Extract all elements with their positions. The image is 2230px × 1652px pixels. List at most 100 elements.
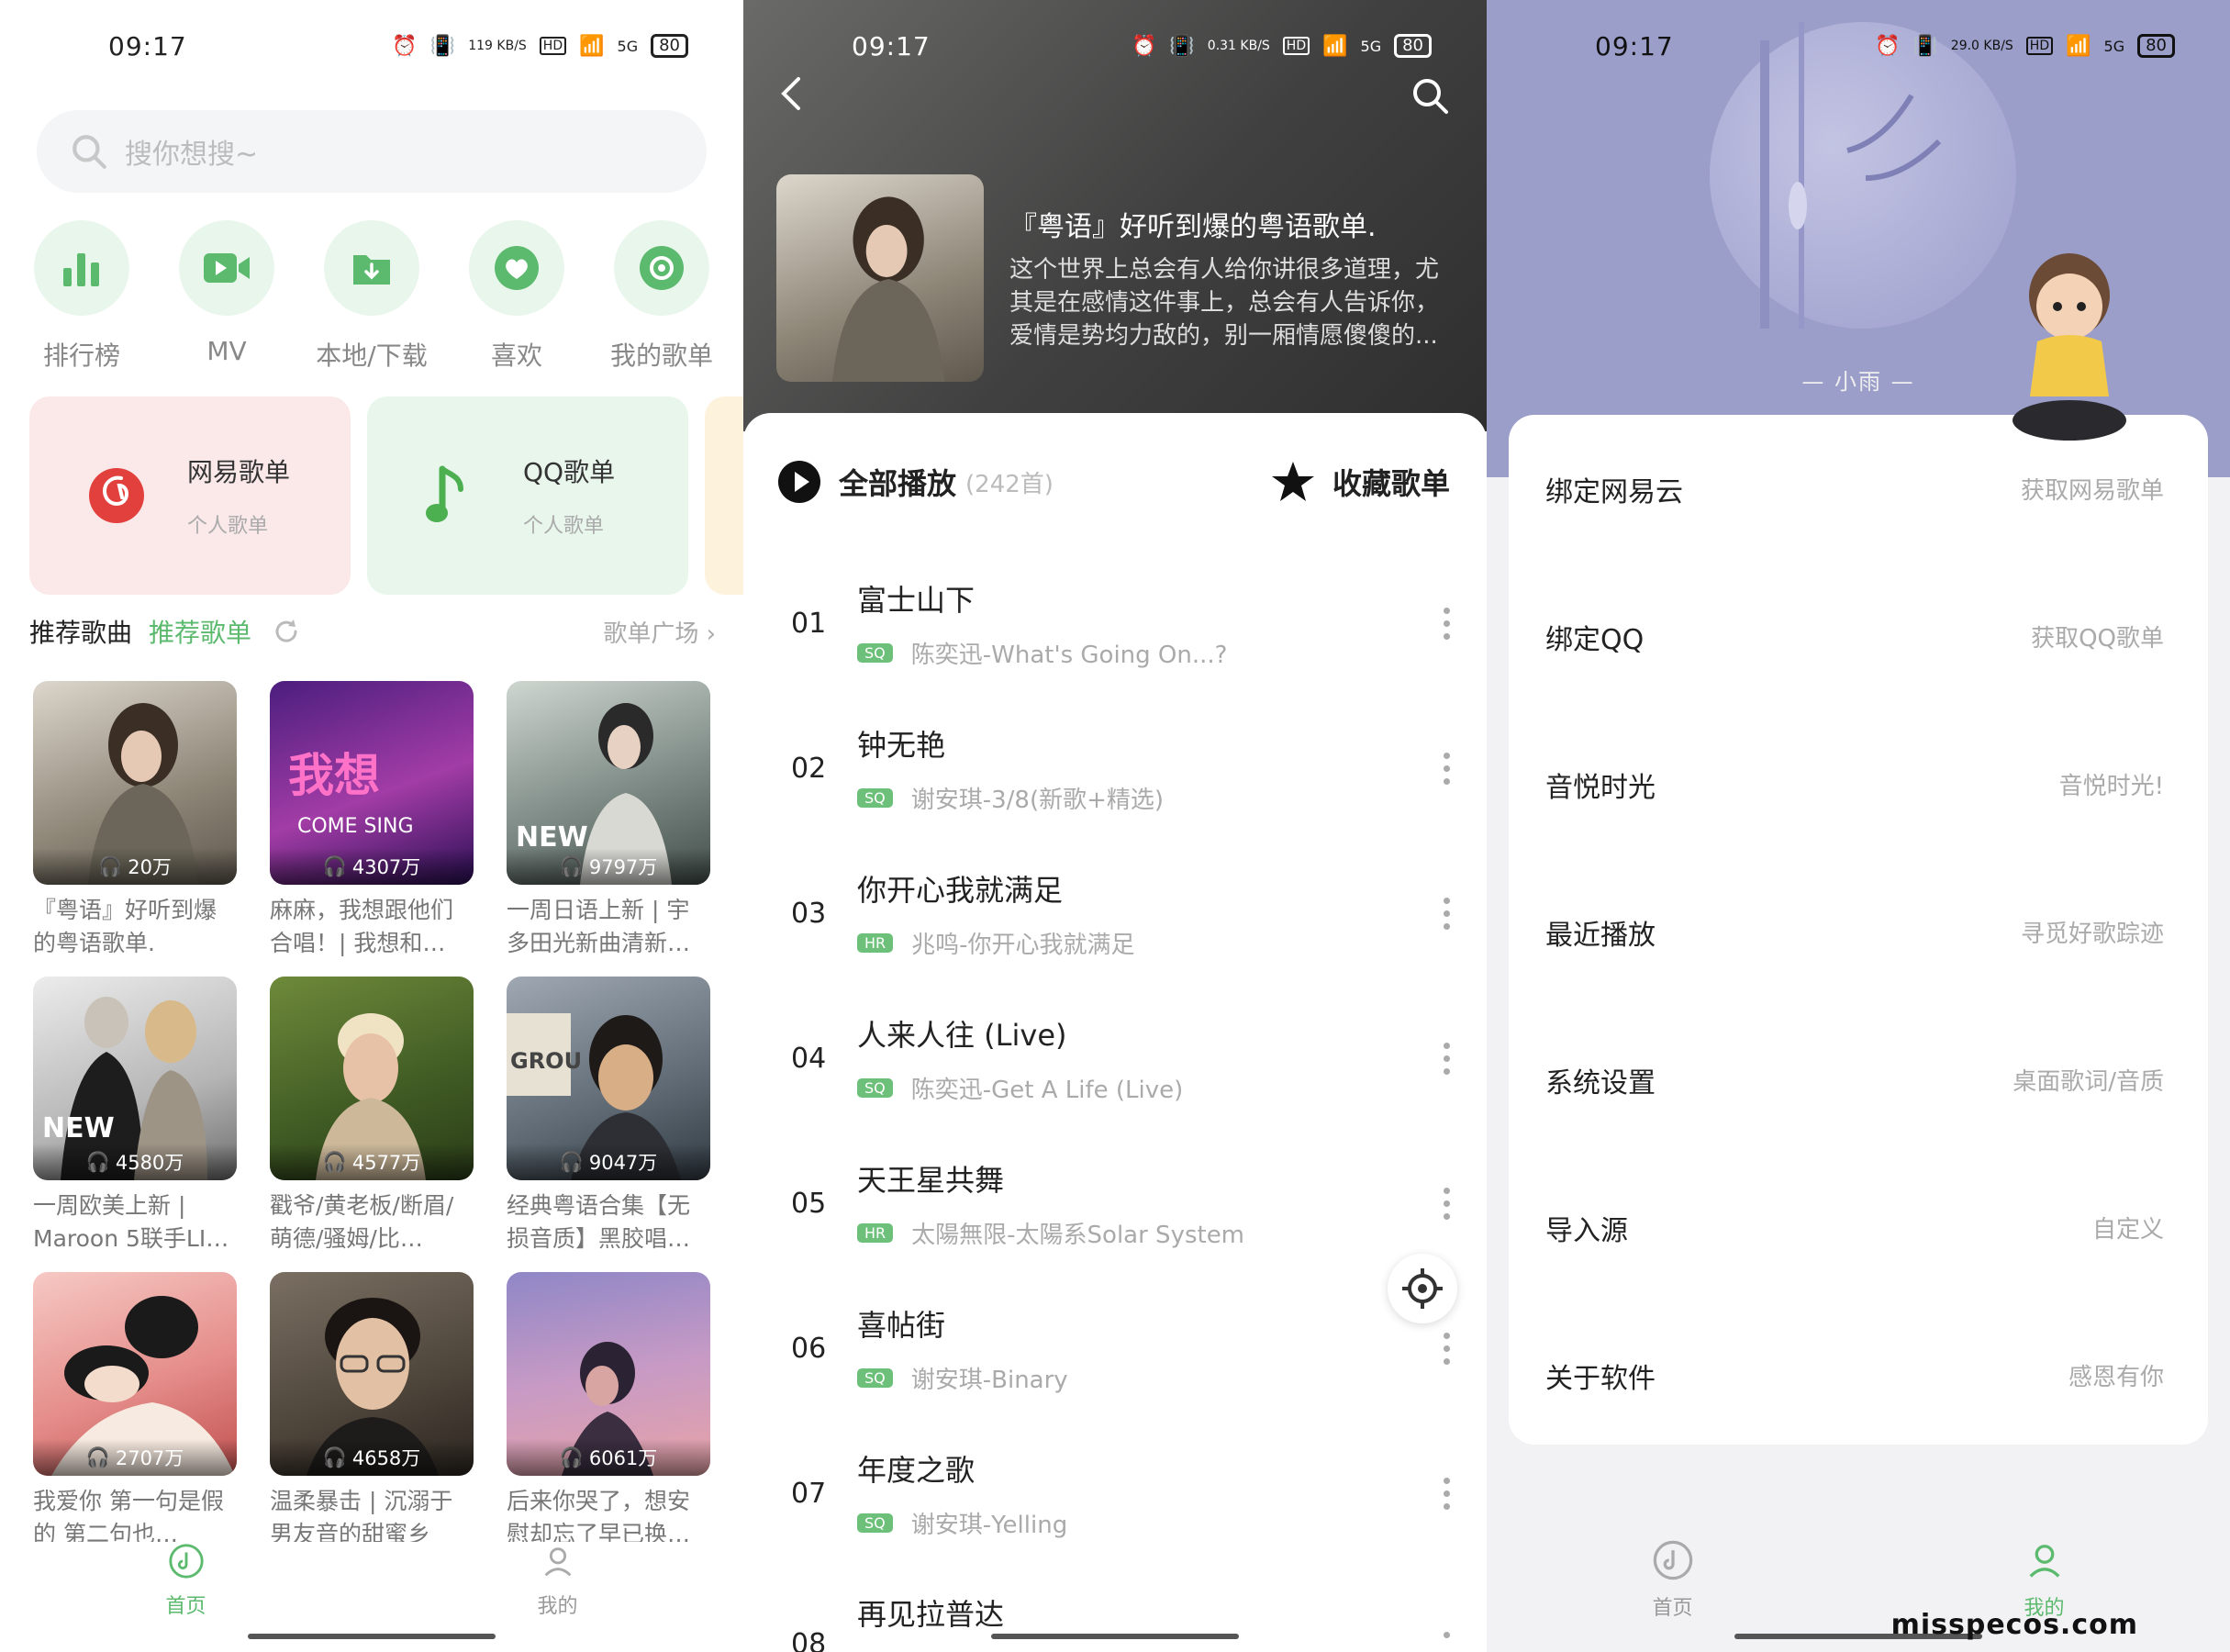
back-arrow-icon[interactable] [776,75,808,112]
heart-icon [495,246,539,290]
quality-badge: SQ [857,642,893,663]
playlist-item[interactable]: 🎧 20万 『粤语』好听到爆的粤语歌单. [33,681,237,960]
status-bar: 09:17 ⏰ 📳 0.31 KB/S HD 📶 5G 80 [743,0,1487,92]
playlist-item[interactable]: 🎧 6061万 后来你哭了，想安慰却忘了早已换… [507,1272,710,1551]
menu-music-time[interactable]: 音悦时光 音悦时光! [1509,710,2208,858]
menu-bind-qq[interactable]: 绑定QQ 获取QQ歌单 [1509,563,2208,710]
quick-like[interactable]: 喜欢 [448,220,585,373]
playlist-item[interactable]: GROU 🎧 9047万 经典粤语合集【无损音质】黑胶唱… [507,977,710,1256]
third-card-peek[interactable] [705,396,743,595]
headphone-icon: 🎧 [559,854,584,877]
search-icon[interactable] [1410,75,1450,116]
mine-screen: 09:17 ⏰ 📳 29.0 KB/S HD 📶 5G 80 — 小雨 — 绑定… [1487,0,2230,1652]
quality-badge: SQ [857,1512,893,1533]
playlist-item[interactable]: 🎧 4577万 戳爷/黄老板/断眉/萌德/骚姆/比… [270,977,474,1256]
search-icon [72,135,106,169]
user-icon [2029,1545,2059,1578]
playlist-item[interactable]: 我想 COME SING 🎧 4307万 麻麻，我想跟他们合唱！| 我想和… [270,681,474,960]
playlist-source-cards: 网易歌单 个人歌单 QQ歌单 个人歌单 [29,396,743,595]
status-bar: 09:17 ⏰ 📳 119 KB/S HD 📶 5G 80 [0,0,743,92]
song-row[interactable]: 02 钟无艳 SQ 谢安琪-3/8(新歌+精选) [743,696,1487,841]
tab-recommend-playlists[interactable]: 推荐歌单 [149,613,251,650]
song-row[interactable]: 07 年度之歌 SQ 谢安琪-Yelling [743,1421,1487,1566]
gesture-bar [991,1634,1239,1639]
playlist-square-link[interactable]: 歌单广场 › [603,615,716,649]
playlist-header: 09:17 ⏰ 📳 0.31 KB/S HD 📶 5G 80 『粤语』好听到爆的… [743,0,1487,431]
quick-my-playlists[interactable]: 我的歌单 [593,220,730,373]
more-icon[interactable] [1444,1187,1450,1220]
more-icon[interactable] [1444,897,1450,930]
hd-icon: HD [539,37,567,55]
home-screen: 09:17 ⏰ 📳 119 KB/S HD 📶 5G 80 搜你想搜~ 排行榜 … [0,0,743,1652]
headphone-icon: 🎧 [322,1446,347,1468]
playlist-item[interactable]: NEW 🎧 4580万 一周欧美上新 | Maroon 5联手LI… [33,977,237,1256]
battery-icon: 80 [2137,34,2175,58]
download-folder-icon [353,255,390,285]
more-icon[interactable] [1444,1477,1450,1510]
alarm-icon: ⏰ [392,34,418,58]
song-row[interactable]: 06 喜帖街 SQ 谢安琪-Binary [743,1276,1487,1421]
playlist-detail-screen: 09:17 ⏰ 📳 0.31 KB/S HD 📶 5G 80 『粤语』好听到爆的… [743,0,1487,1652]
playlist-item[interactable]: 🎧 2707万 我爱你 第一句是假的 第二句也… [33,1272,237,1551]
headphone-icon: 🎧 [85,1150,110,1173]
headphone-icon: 🎧 [85,1446,110,1468]
locate-current-button[interactable] [1388,1254,1457,1323]
status-bar: 09:17 ⏰ 📳 29.0 KB/S HD 📶 5G 80 [1487,0,2230,92]
wifi-icon: 📶 [1322,34,1348,58]
song-row[interactable]: 04 人来人往 (Live) SQ 陈奕迅-Get A Life (Live) [743,986,1487,1131]
play-all-button[interactable]: 全部播放 [839,461,956,503]
quick-local-download[interactable]: 本地/下载 [303,220,440,373]
playlist-disc-icon [640,246,684,290]
menu-import-source[interactable]: 导入源 自定义 [1509,1154,2208,1301]
star-icon [1271,462,1314,501]
headphone-icon: 🎧 [322,854,347,877]
more-icon[interactable] [1444,1042,1450,1075]
quality-badge: SQ [857,787,893,808]
menu-system-settings[interactable]: 系统设置 桌面歌词/音质 [1509,1006,2208,1154]
headphone-icon: 🎧 [322,1150,347,1173]
user-icon [544,1547,571,1577]
menu-about[interactable]: 关于软件 感恩有你 [1509,1301,2208,1449]
quick-charts[interactable]: 排行榜 [13,220,151,373]
more-icon[interactable] [1444,607,1450,640]
netease-playlist-card[interactable]: 网易歌单 个人歌单 [29,396,351,595]
headphone-icon: 🎧 [98,854,123,877]
song-row[interactable]: 03 你开心我就满足 HR 兆鸣-你开心我就满足 [743,841,1487,986]
quick-mv[interactable]: MV [158,220,295,373]
locate-icon [1402,1268,1443,1309]
avatar[interactable] [2001,240,2138,452]
wifi-icon: 📶 [2066,34,2091,58]
song-list-panel: 全部播放 (242首) 收藏歌单 01 富士山下 SQ 陈奕迅-What's Goi… [743,413,1487,1652]
tab-home[interactable]: 首页 [1487,1514,1858,1652]
more-icon[interactable] [1444,1332,1450,1365]
svg-text:COME SING: COME SING [297,815,414,838]
vibrate-icon: 📳 [1912,34,1938,58]
search-placeholder: 搜你想搜~ [125,139,259,171]
watermark: misspecos.com [1890,1609,2138,1641]
signal-icon: 5G [617,37,639,55]
bar-chart-icon [63,253,99,286]
more-icon[interactable] [1444,752,1450,785]
favorite-playlist-button[interactable]: 收藏歌单 [1270,459,1450,505]
refresh-icon[interactable] [272,617,301,646]
song-row[interactable]: 05 天王星共舞 HR 太陽無限-太陽系Solar System [743,1131,1487,1276]
headphone-icon: 🎧 [559,1150,584,1173]
gesture-bar [248,1634,496,1639]
more-icon[interactable] [1444,1591,1450,1638]
search-input[interactable]: 搜你想搜~ [37,110,707,193]
play-all-bar: 全部播放 (242首) 收藏歌单 [776,459,1450,505]
playlist-description: 这个世界上总会有人给你讲很多道理，尤其是在感情这件事上，总会有人告诉你，爱情是势… [1009,256,1440,350]
settings-menu: 绑定网易云 获取网易歌单 绑定QQ 获取QQ歌单 音悦时光 音悦时光! 最近播放 寻觅好… [1509,415,2208,1445]
playlist-item[interactable]: 🎧 4658万 温柔暴击 | 沉溺于男友音的甜蜜乡 [270,1272,474,1551]
playlist-item[interactable]: NEW 🎧 9797万 一周日语上新 | 宇多田光新曲清新… [507,681,710,960]
net-speed: 119 KB/S [468,39,527,53]
qq-playlist-card[interactable]: QQ歌单 个人歌单 [367,396,688,595]
recommend-header: 推荐歌曲 推荐歌单 歌单广场 › [29,613,716,650]
tab-recommend-songs[interactable]: 推荐歌曲 [29,613,132,650]
wifi-icon: 📶 [579,34,605,58]
play-circle-icon[interactable] [776,459,822,505]
quality-badge: HR [857,932,894,953]
song-row[interactable]: 01 富士山下 SQ 陈奕迅-What's Going On...? [743,551,1487,696]
quality-badge: SQ [857,1367,893,1388]
menu-recent-play[interactable]: 最近播放 寻觅好歌踪迹 [1509,858,2208,1006]
